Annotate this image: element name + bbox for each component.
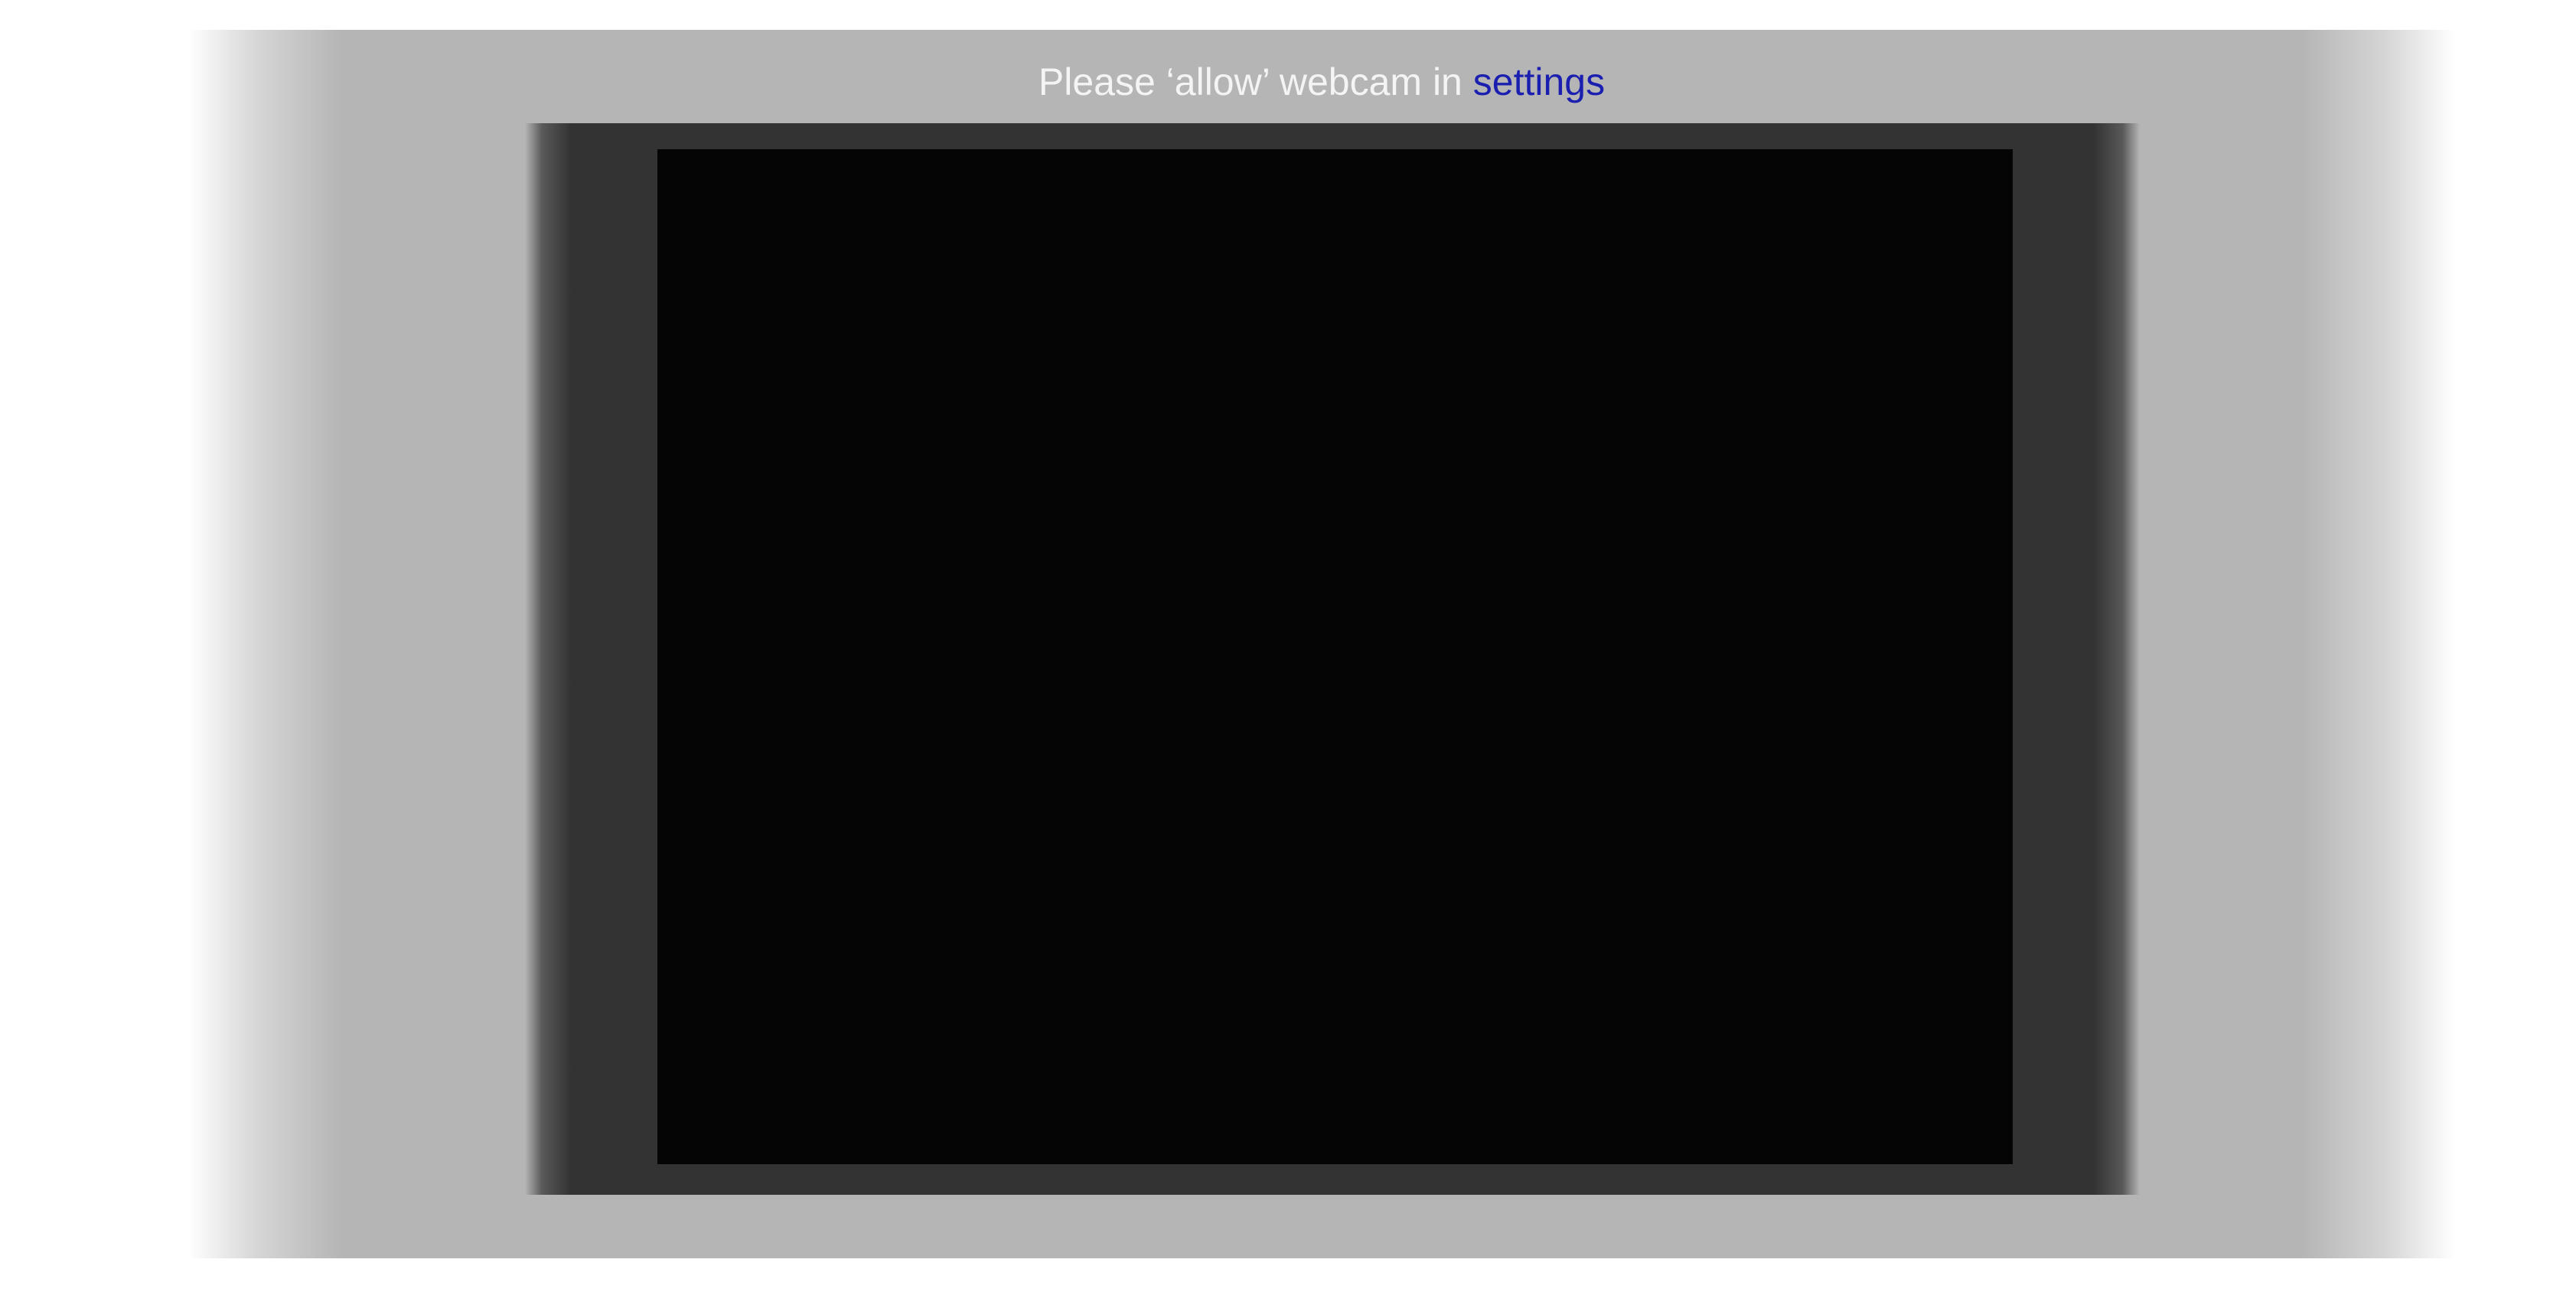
settings-link[interactable]: settings <box>1473 60 1605 103</box>
message-text: Please ‘allow’ webcam in <box>1038 60 1473 103</box>
webcam-permission-message: Please ‘allow’ webcam in settings <box>188 59 2455 105</box>
page: Please ‘allow’ webcam in settings <box>0 0 2576 1305</box>
webcam-video-area <box>657 149 2013 1164</box>
